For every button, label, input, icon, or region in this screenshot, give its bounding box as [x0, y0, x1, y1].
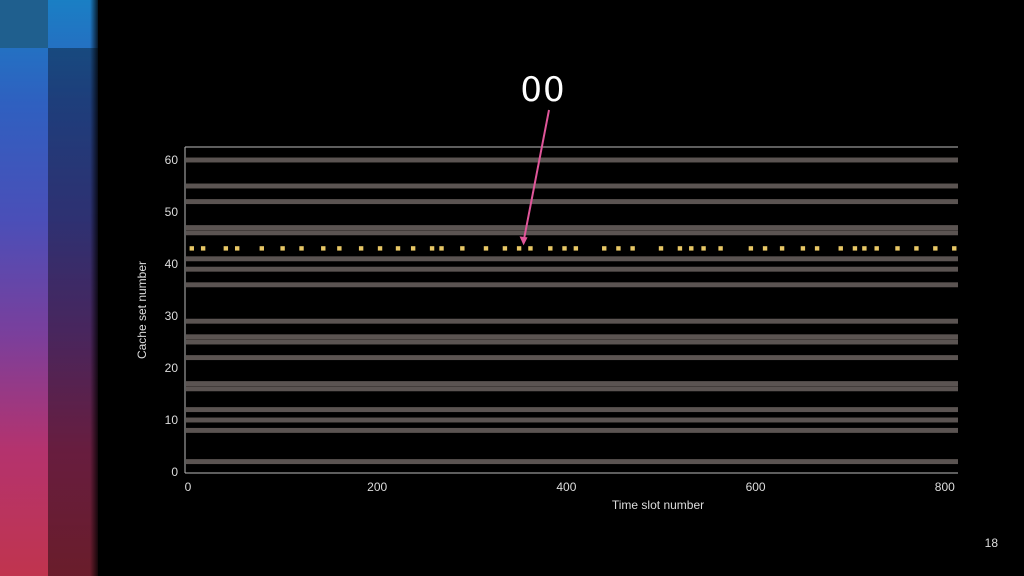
highlight-point [658, 246, 664, 251]
highlight-point [502, 246, 508, 251]
cache-set-band [186, 318, 958, 324]
highlight-point [701, 246, 706, 251]
highlight-point [933, 246, 938, 251]
y-tick-label: 60 [165, 153, 179, 167]
cache-set-band [186, 381, 958, 387]
highlight-point [358, 246, 364, 251]
y-tick-label: 30 [165, 309, 179, 323]
highlight-point [321, 246, 326, 251]
x-tick-label: 800 [935, 480, 955, 494]
page-number: 18 [984, 536, 998, 550]
x-tick-label: 0 [185, 480, 192, 494]
highlight-point [573, 246, 579, 251]
y-tick-label: 50 [165, 205, 179, 219]
y-tick-label: 40 [165, 257, 179, 271]
cache-set-band [186, 266, 958, 272]
highlight-point [914, 246, 919, 251]
cache-set-band [186, 282, 958, 288]
highlight-point [299, 246, 304, 251]
highlight-point [874, 246, 879, 251]
cache-set-band [186, 417, 958, 423]
cache-set-band [186, 256, 958, 262]
cache-set-band [186, 355, 958, 361]
highlight-point [616, 246, 621, 251]
highlight-point [800, 246, 806, 251]
x-tick-label: 400 [556, 480, 576, 494]
highlight-point [602, 246, 607, 251]
cache-heatmap-chart: 01020304050600 200 400 600 800 Time slot num… [135, 109, 958, 512]
highlight-point [280, 246, 285, 251]
highlight-point [762, 246, 768, 251]
cache-set-band [186, 339, 958, 345]
plot-area [185, 147, 958, 473]
highlight-point [223, 246, 229, 251]
highlight-point [838, 246, 843, 251]
highlight-point [483, 246, 489, 251]
highlight-point [548, 246, 553, 251]
highlight-point [200, 246, 206, 251]
x-tick-label: 200 [367, 480, 387, 494]
highlight-point [814, 246, 820, 251]
highlight-point [429, 246, 435, 251]
cache-set-band [186, 157, 958, 163]
cache-set-band [186, 225, 958, 231]
highlight-point [952, 246, 957, 251]
cache-set-band [186, 386, 958, 392]
cache-set-band [186, 427, 958, 433]
highlight-point [410, 246, 416, 251]
highlight-point [852, 246, 858, 251]
x-axis-title: Time slot number [612, 498, 704, 512]
highlight-point [689, 246, 694, 251]
highlight-point [234, 246, 240, 251]
y-tick-label: 20 [165, 361, 179, 375]
highlight-point [779, 246, 785, 251]
highlight-point [528, 246, 533, 251]
highlight-point [630, 246, 635, 251]
highlight-point [259, 246, 264, 251]
highlight-point [395, 246, 401, 251]
y-tick-label: 0 [171, 465, 178, 479]
highlight-point [439, 246, 444, 251]
highlight-point [748, 246, 754, 251]
cache-set-band [186, 230, 958, 236]
highlight-point [562, 246, 567, 251]
cache-set-band [186, 199, 958, 205]
x-tick-label: 600 [746, 480, 766, 494]
y-axis-title: Cache set number [135, 261, 149, 359]
highlight-point [516, 246, 522, 251]
cache-set-band [186, 183, 958, 189]
cache-set-band [186, 459, 958, 465]
highlight-point [189, 246, 194, 251]
highlight-point [677, 246, 683, 251]
highlight-point [377, 246, 383, 251]
highlight-point [895, 246, 900, 251]
highlight-point [862, 246, 867, 251]
cache-set-band [186, 334, 958, 340]
highlight-point [460, 246, 465, 251]
highlight-point [337, 246, 342, 251]
highlight-point [718, 246, 723, 251]
y-tick-label: 10 [165, 413, 179, 427]
cache-set-band [186, 407, 958, 413]
